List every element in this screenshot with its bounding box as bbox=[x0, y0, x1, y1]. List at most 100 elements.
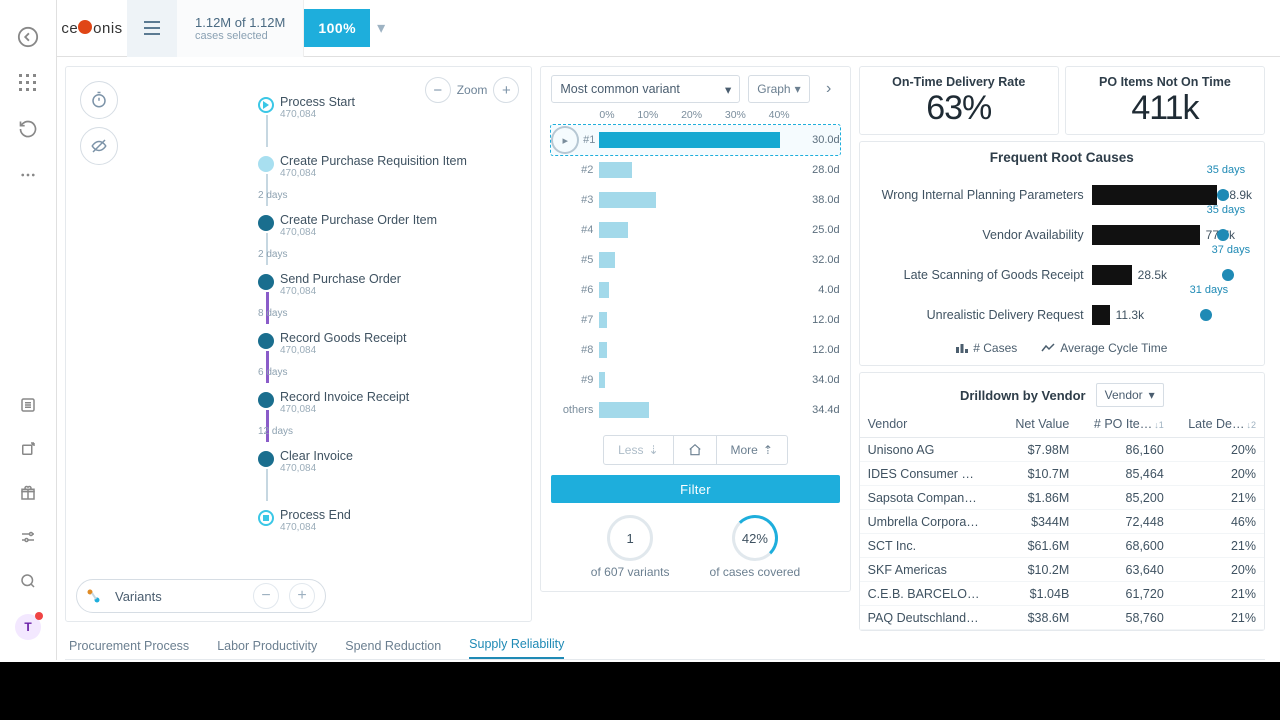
variant-value: 28.0d bbox=[790, 164, 840, 176]
sliders-icon[interactable] bbox=[17, 526, 39, 548]
variant-row[interactable]: #712.0d bbox=[551, 305, 839, 335]
more-icon[interactable] bbox=[17, 164, 39, 186]
chevron-down-icon[interactable]: ▾ bbox=[370, 18, 392, 38]
variant-bar bbox=[599, 192, 656, 208]
variant-label: #3 bbox=[551, 194, 599, 206]
root-cause-row[interactable]: Wrong Internal Planning Parameters88.9k3… bbox=[872, 175, 1252, 215]
legend-cases[interactable]: # Cases bbox=[956, 341, 1017, 355]
brand-logo[interactable]: ceonis bbox=[57, 20, 127, 37]
legend-cycle-time[interactable]: Average Cycle Time bbox=[1041, 341, 1167, 355]
hamburger-icon[interactable] bbox=[127, 0, 177, 57]
chevron-down-icon: ▾ bbox=[725, 82, 731, 97]
flow-step-title: Record Goods Receipt bbox=[280, 331, 518, 345]
flow-connector bbox=[266, 115, 268, 147]
flow-step[interactable]: Send Purchase Order470,0848 days bbox=[258, 272, 518, 297]
table-row[interactable]: C.E.B. BARCELO…$1.04B61,72021% bbox=[860, 582, 1264, 606]
table-cell: Umbrella Corpora… bbox=[860, 510, 1001, 534]
variant-row[interactable]: #812.0d bbox=[551, 335, 839, 365]
table-cell: 21% bbox=[1172, 606, 1264, 630]
flow-step[interactable]: Clear Invoice470,084 bbox=[258, 449, 518, 474]
table-header-row: VendorNet Value# PO Ite…↓1Late De…↓2 bbox=[860, 411, 1264, 438]
flow-step[interactable]: Create Purchase Order Item470,0842 days bbox=[258, 213, 518, 238]
variant-row[interactable]: #425.0d bbox=[551, 215, 839, 245]
variant-row[interactable]: #228.0d bbox=[551, 155, 839, 185]
flow-step-count: 470,084 bbox=[280, 168, 518, 179]
root-cause-days: 31 days bbox=[1190, 284, 1229, 296]
cases-selected-box[interactable]: 1.12M of 1.12M cases selected bbox=[177, 0, 304, 57]
variant-value: 25.0d bbox=[790, 224, 840, 236]
flow-node-icon bbox=[258, 215, 274, 231]
table-cell: 85,464 bbox=[1077, 462, 1171, 486]
variant-row[interactable]: #934.0d bbox=[551, 365, 839, 395]
table-cell: Sapsota Compan… bbox=[860, 486, 1001, 510]
flow-step[interactable]: Process End470,084 bbox=[258, 508, 518, 533]
table-row[interactable]: IDES Consumer …$10.7M85,46420% bbox=[860, 462, 1264, 486]
flow-step[interactable]: Create Purchase Requisition Item470,0842… bbox=[258, 154, 518, 179]
drilldown-select[interactable]: Vendor▾ bbox=[1096, 383, 1164, 407]
flow-steps: Process Start470,084 Create Purchase Requ… bbox=[258, 95, 518, 533]
table-row[interactable]: SCT Inc.$61.6M68,60021% bbox=[860, 534, 1264, 558]
flow-step-count: 470,084 bbox=[280, 463, 518, 474]
list-icon[interactable] bbox=[17, 394, 39, 416]
cycle-time-dot bbox=[1217, 229, 1229, 241]
more-button[interactable]: More⇡ bbox=[716, 435, 788, 465]
vendor-table: VendorNet Value# PO Ite…↓1Late De…↓2 Uni… bbox=[860, 411, 1264, 630]
percent-chip[interactable]: 100% bbox=[304, 9, 370, 47]
variant-select[interactable]: Most common variant▾ bbox=[551, 75, 740, 103]
root-cause-label: Vendor Availability bbox=[872, 228, 1092, 242]
table-row[interactable]: PAQ Deutschland…$38.6M58,76021% bbox=[860, 606, 1264, 630]
history-icon[interactable] bbox=[17, 118, 39, 140]
next-arrow-icon[interactable]: › bbox=[818, 75, 840, 103]
flow-step[interactable]: Record Goods Receipt470,0846 days bbox=[258, 331, 518, 356]
sheet-tab[interactable]: Procurement Process bbox=[69, 639, 189, 659]
table-cell: 68,600 bbox=[1077, 534, 1171, 558]
filter-button[interactable]: Filter bbox=[551, 475, 839, 503]
play-icon[interactable]: ▸ bbox=[551, 126, 579, 154]
variants-plus-button[interactable]: + bbox=[289, 583, 315, 609]
table-header[interactable]: Vendor bbox=[860, 411, 1001, 438]
table-header[interactable]: # PO Ite…↓1 bbox=[1077, 411, 1171, 438]
variant-bar bbox=[599, 372, 605, 388]
table-row[interactable]: Unisono AG$7.98M86,16020% bbox=[860, 438, 1264, 462]
root-cause-row[interactable]: Vendor Availability77.7k35 days bbox=[872, 215, 1252, 255]
table-row[interactable]: SKF Americas$10.2M63,64020% bbox=[860, 558, 1264, 582]
variant-row[interactable]: #532.0d bbox=[551, 245, 839, 275]
flow-step[interactable]: Process Start470,084 bbox=[258, 95, 518, 120]
root-cause-row[interactable]: Unrealistic Delivery Request11.3k31 days bbox=[872, 295, 1252, 335]
table-header[interactable]: Net Value bbox=[1000, 411, 1077, 438]
variants-minus-button[interactable]: − bbox=[253, 583, 279, 609]
table-row[interactable]: Sapsota Compan…$1.86M85,20021% bbox=[860, 486, 1264, 510]
graph-toggle[interactable]: Graph▾ bbox=[748, 75, 809, 103]
table-header[interactable]: Late De…↓2 bbox=[1172, 411, 1264, 438]
table-cell: 63,640 bbox=[1077, 558, 1171, 582]
root-cause-label: Wrong Internal Planning Parameters bbox=[872, 188, 1092, 202]
table-row[interactable]: Umbrella Corpora…$344M72,44846% bbox=[860, 510, 1264, 534]
export-icon[interactable] bbox=[17, 438, 39, 460]
flow-step-count: 470,084 bbox=[280, 522, 518, 533]
home-button[interactable] bbox=[674, 435, 716, 465]
sheet-tab[interactable]: Spend Reduction bbox=[345, 639, 441, 659]
flow-step[interactable]: Record Invoice Receipt470,08412 days bbox=[258, 390, 518, 415]
apps-grid-icon[interactable] bbox=[17, 72, 39, 94]
variant-row[interactable]: #64.0d bbox=[551, 275, 839, 305]
sheet-tab[interactable]: Labor Productivity bbox=[217, 639, 317, 659]
search-icon[interactable] bbox=[17, 570, 39, 592]
less-button[interactable]: Less⇣ bbox=[603, 435, 673, 465]
variant-row[interactable]: others34.4d bbox=[551, 395, 839, 425]
eye-off-icon[interactable] bbox=[80, 127, 118, 165]
root-cause-bar bbox=[1092, 305, 1110, 325]
table-cell: 20% bbox=[1172, 438, 1264, 462]
timer-icon[interactable] bbox=[80, 81, 118, 119]
flow-node-icon bbox=[258, 333, 274, 349]
variant-row[interactable]: ▸#130.0d bbox=[551, 125, 839, 155]
flow-step-title: Create Purchase Order Item bbox=[280, 213, 518, 227]
gift-icon[interactable] bbox=[17, 482, 39, 504]
sheet-tab[interactable]: Supply Reliability bbox=[469, 637, 564, 659]
variant-row[interactable]: #338.0d bbox=[551, 185, 839, 215]
user-avatar[interactable]: T bbox=[15, 614, 41, 640]
back-icon[interactable] bbox=[17, 26, 39, 48]
root-cause-days: 35 days bbox=[1207, 164, 1246, 176]
root-cause-value: 28.5k bbox=[1132, 268, 1167, 282]
flow-step-count: 470,084 bbox=[280, 286, 518, 297]
kpi-title: PO Items Not On Time bbox=[1066, 75, 1264, 89]
